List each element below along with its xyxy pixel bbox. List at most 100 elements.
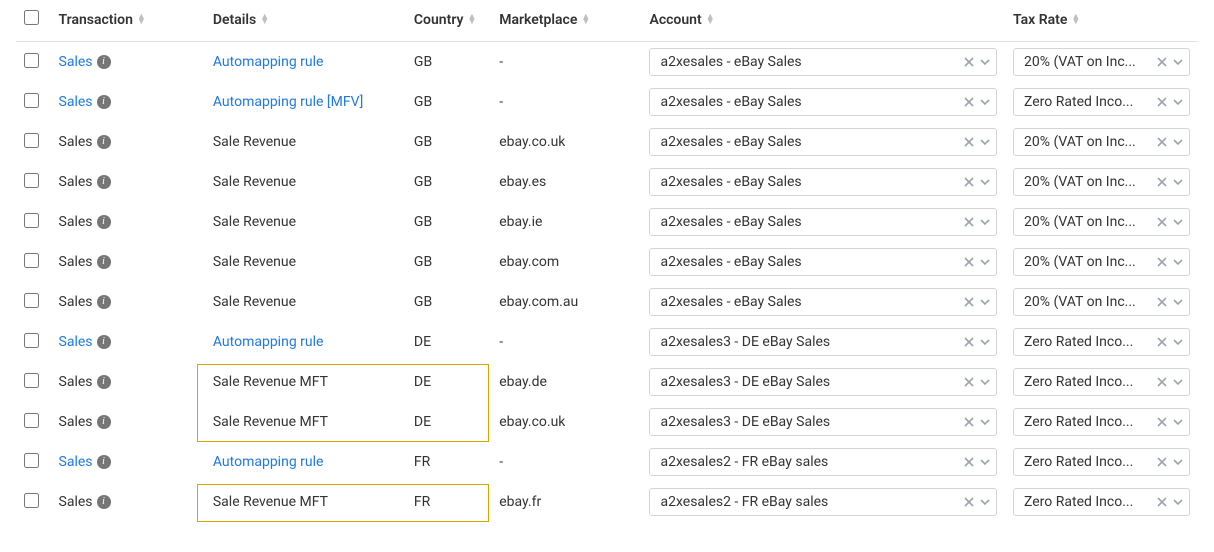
clear-icon[interactable] <box>964 337 974 347</box>
clear-icon[interactable] <box>964 257 974 267</box>
clear-icon[interactable] <box>1157 257 1167 267</box>
transaction-link[interactable]: Sales <box>59 334 93 350</box>
info-icon[interactable]: i <box>97 55 111 69</box>
tax-select[interactable]: 20% (VAT on Inc... <box>1013 168 1190 196</box>
chevron-down-icon[interactable] <box>980 217 990 227</box>
clear-icon[interactable] <box>964 297 974 307</box>
transaction-link[interactable]: Sales <box>59 454 93 470</box>
chevron-down-icon[interactable] <box>980 457 990 467</box>
tax-select[interactable]: Zero Rated Inco... <box>1013 488 1190 516</box>
chevron-down-icon[interactable] <box>1173 337 1183 347</box>
row-checkbox[interactable] <box>24 93 39 108</box>
select-all-checkbox[interactable] <box>24 10 39 25</box>
account-select[interactable]: a2xesales3 - DE eBay Sales <box>649 328 997 356</box>
info-icon[interactable]: i <box>97 455 111 469</box>
row-checkbox[interactable] <box>24 53 39 68</box>
tax-select[interactable]: Zero Rated Inco... <box>1013 328 1190 356</box>
details-text[interactable]: Automapping rule <box>213 454 324 470</box>
clear-icon[interactable] <box>1157 377 1167 387</box>
info-icon[interactable]: i <box>97 215 111 229</box>
clear-icon[interactable] <box>964 217 974 227</box>
chevron-down-icon[interactable] <box>980 57 990 67</box>
row-checkbox[interactable] <box>24 453 39 468</box>
info-icon[interactable]: i <box>97 135 111 149</box>
chevron-down-icon[interactable] <box>980 337 990 347</box>
clear-icon[interactable] <box>1157 137 1167 147</box>
info-icon[interactable]: i <box>97 95 111 109</box>
transaction-link[interactable]: Sales <box>59 94 93 110</box>
header-transaction[interactable]: Transaction▲▼ <box>51 0 205 42</box>
row-checkbox[interactable] <box>24 253 39 268</box>
account-select[interactable]: a2xesales - eBay Sales <box>649 288 997 316</box>
account-select[interactable]: a2xesales2 - FR eBay sales <box>649 448 997 476</box>
account-select[interactable]: a2xesales - eBay Sales <box>649 248 997 276</box>
tax-select[interactable]: Zero Rated Inco... <box>1013 408 1190 436</box>
row-checkbox[interactable] <box>24 173 39 188</box>
clear-icon[interactable] <box>1157 297 1167 307</box>
clear-icon[interactable] <box>1157 457 1167 467</box>
clear-icon[interactable] <box>1157 217 1167 227</box>
tax-select[interactable]: 20% (VAT on Inc... <box>1013 208 1190 236</box>
row-checkbox[interactable] <box>24 493 39 508</box>
chevron-down-icon[interactable] <box>1173 377 1183 387</box>
chevron-down-icon[interactable] <box>1173 417 1183 427</box>
info-icon[interactable]: i <box>97 175 111 189</box>
chevron-down-icon[interactable] <box>980 377 990 387</box>
account-select[interactable]: a2xesales3 - DE eBay Sales <box>649 368 997 396</box>
clear-icon[interactable] <box>1157 177 1167 187</box>
row-checkbox[interactable] <box>24 373 39 388</box>
header-tax[interactable]: Tax Rate▲▼ <box>1005 0 1198 42</box>
header-account[interactable]: Account▲▼ <box>641 0 1005 42</box>
chevron-down-icon[interactable] <box>1173 97 1183 107</box>
clear-icon[interactable] <box>964 417 974 427</box>
chevron-down-icon[interactable] <box>980 137 990 147</box>
tax-select[interactable]: Zero Rated Inco... <box>1013 448 1190 476</box>
chevron-down-icon[interactable] <box>980 97 990 107</box>
clear-icon[interactable] <box>964 497 974 507</box>
account-select[interactable]: a2xesales - eBay Sales <box>649 128 997 156</box>
header-details[interactable]: Details▲▼ <box>205 0 406 42</box>
chevron-down-icon[interactable] <box>980 497 990 507</box>
row-checkbox[interactable] <box>24 413 39 428</box>
details-text[interactable]: Automapping rule <box>213 334 324 350</box>
info-icon[interactable]: i <box>97 335 111 349</box>
clear-icon[interactable] <box>1157 337 1167 347</box>
chevron-down-icon[interactable] <box>1173 457 1183 467</box>
chevron-down-icon[interactable] <box>1173 177 1183 187</box>
row-checkbox[interactable] <box>24 133 39 148</box>
account-select[interactable]: a2xesales - eBay Sales <box>649 88 997 116</box>
chevron-down-icon[interactable] <box>1173 217 1183 227</box>
account-select[interactable]: a2xesales2 - FR eBay sales <box>649 488 997 516</box>
header-marketplace[interactable]: Marketplace▲▼ <box>491 0 641 42</box>
chevron-down-icon[interactable] <box>1173 137 1183 147</box>
account-select[interactable]: a2xesales - eBay Sales <box>649 48 997 76</box>
row-checkbox[interactable] <box>24 213 39 228</box>
transaction-link[interactable]: Sales <box>59 54 93 70</box>
clear-icon[interactable] <box>1157 417 1167 427</box>
info-icon[interactable]: i <box>97 295 111 309</box>
chevron-down-icon[interactable] <box>1173 57 1183 67</box>
clear-icon[interactable] <box>1157 97 1167 107</box>
info-icon[interactable]: i <box>97 495 111 509</box>
tax-select[interactable]: 20% (VAT on Inc... <box>1013 288 1190 316</box>
account-select[interactable]: a2xesales - eBay Sales <box>649 168 997 196</box>
chevron-down-icon[interactable] <box>980 417 990 427</box>
details-text[interactable]: Automapping rule <box>213 54 324 70</box>
clear-icon[interactable] <box>964 177 974 187</box>
tax-select[interactable]: Zero Rated Inco... <box>1013 88 1190 116</box>
tax-select[interactable]: Zero Rated Inco... <box>1013 368 1190 396</box>
clear-icon[interactable] <box>964 457 974 467</box>
tax-select[interactable]: 20% (VAT on Inc... <box>1013 128 1190 156</box>
info-icon[interactable]: i <box>97 255 111 269</box>
header-country[interactable]: Country▲▼ <box>406 0 491 42</box>
tax-select[interactable]: 20% (VAT on Inc... <box>1013 248 1190 276</box>
chevron-down-icon[interactable] <box>1173 497 1183 507</box>
clear-icon[interactable] <box>964 97 974 107</box>
details-text[interactable]: Automapping rule [MFV] <box>213 94 363 110</box>
chevron-down-icon[interactable] <box>980 177 990 187</box>
chevron-down-icon[interactable] <box>980 257 990 267</box>
clear-icon[interactable] <box>964 377 974 387</box>
row-checkbox[interactable] <box>24 293 39 308</box>
account-select[interactable]: a2xesales - eBay Sales <box>649 208 997 236</box>
clear-icon[interactable] <box>1157 57 1167 67</box>
